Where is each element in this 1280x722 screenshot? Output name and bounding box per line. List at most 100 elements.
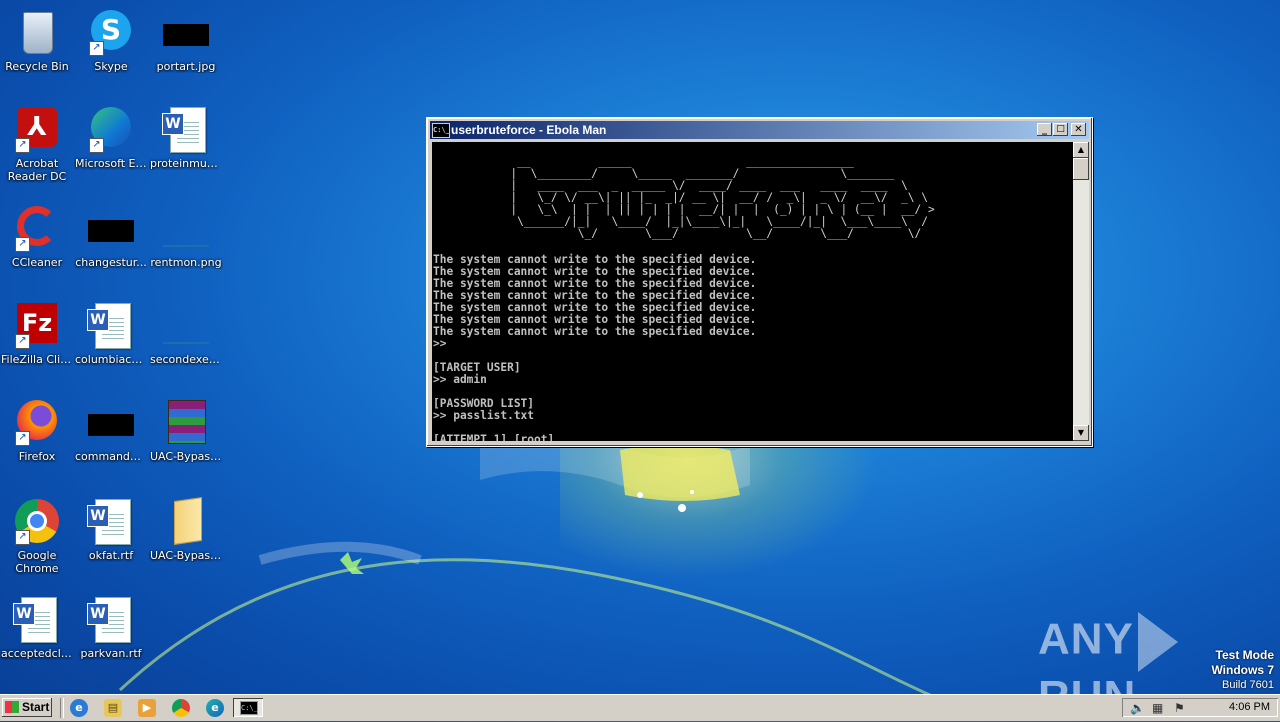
watermark-any: ANY (1038, 614, 1134, 664)
desktop-icon[interactable]: Wacceptedclu... (0, 595, 74, 660)
acrobat-icon: ⅄ ↗ (13, 105, 61, 153)
console-task-icon: C:\_ (240, 701, 258, 715)
scroll-up-button[interactable]: ▲ (1073, 142, 1089, 158)
folder-icon (162, 497, 210, 545)
shortcut-arrow-icon: ↗ (15, 138, 30, 153)
test-mode-build: Build 7601 (1222, 679, 1274, 691)
chrome-icon[interactable] (172, 699, 190, 717)
edge-icon[interactable]: e (206, 699, 224, 717)
image-file-icon (87, 398, 135, 446)
internet-explorer-icon[interactable]: e (70, 699, 88, 717)
test-mode-title: Test Mode (1215, 648, 1274, 662)
desktop-icon-label: secondexec... (150, 353, 223, 366)
minimize-button[interactable]: _ (1037, 123, 1052, 136)
image-file-icon (162, 301, 210, 349)
desktop-icon[interactable]: Wparkvan.rtf (74, 595, 148, 660)
console-output[interactable]: __ _____ ________________ | \________/ \… (432, 142, 1073, 441)
desktop-icon[interactable]: ↗ CCleaner (0, 204, 74, 269)
image-file-icon (162, 204, 210, 252)
desktop-icon[interactable]: UAC-Bypass... (149, 398, 223, 463)
desktop-icon-label: UAC-Bypass... (150, 450, 223, 463)
edge-icon: ↗ (87, 105, 135, 153)
image-file-icon (162, 8, 210, 56)
desktop-icon-label: Firefox (18, 450, 56, 463)
explorer-icon[interactable]: ▤ (104, 699, 122, 717)
desktop-icon[interactable]: Recycle Bin (0, 8, 74, 73)
desktop-icon-label: Microsoft Edge (75, 157, 148, 170)
shortcut-arrow-icon: ↗ (89, 41, 104, 56)
desktop-icon[interactable]: ⅄ ↗ Acrobat Reader DC (0, 105, 74, 183)
desktop-icon[interactable]: Wproteinmus... (149, 105, 223, 170)
skype-icon: S ↗ (87, 8, 135, 56)
desktop-icon[interactable]: Fz ↗ FileZilla Client (0, 301, 74, 366)
desktop-icon-label: Recycle Bin (5, 60, 69, 73)
desktop-icon[interactable]: Wokfat.rtf (74, 497, 148, 562)
test-mode-os: Windows 7 (1211, 663, 1274, 677)
clock[interactable]: 4:06 PM (1229, 701, 1270, 713)
chrome-icon: ↗ (13, 497, 61, 545)
desktop-icon-label: columbiacali... (75, 353, 148, 366)
desktop-icon[interactable]: Wcolumbiacali... (74, 301, 148, 366)
console-window[interactable]: C:\_ userbruteforce - Ebola Man _ □ ✕ __… (426, 117, 1093, 447)
taskbar-separator (60, 698, 64, 718)
ascii-banner: __ _____ ________________ | \________/ \… (510, 155, 935, 240)
word-doc-icon: W (87, 497, 135, 545)
taskbar-console-button[interactable]: C:\_ (233, 698, 263, 717)
desktop-icon-label: FileZilla Client (1, 353, 74, 366)
word-doc-icon: W (87, 595, 135, 643)
system-tray: 🔈 ▦ ⚑ 4:06 PM (1122, 698, 1278, 717)
shortcut-arrow-icon: ↗ (15, 334, 30, 349)
desktop-icon-label: rentmon.png (150, 256, 222, 269)
filezilla-icon: Fz ↗ (13, 301, 61, 349)
desktop-icon-label: CCleaner (11, 256, 63, 269)
test-mode-notice: Test Mode Windows 7 Build 7601 (1211, 648, 1274, 692)
desktop-icon[interactable]: changestur... (74, 204, 148, 269)
desktop-icon[interactable]: rentmon.png (149, 204, 223, 269)
console-app-icon[interactable]: C:\_ (432, 123, 450, 138)
desktop-icon[interactable]: ↗ Google Chrome (0, 497, 74, 575)
image-file-icon (87, 204, 135, 252)
desktop-icon-label: UAC-Bypass... (150, 549, 223, 562)
word-doc-icon: W (162, 105, 210, 153)
console-text: The system cannot write to the specified… (433, 253, 757, 442)
desktop-icon-label: changestur... (75, 256, 147, 269)
desktop-icon[interactable]: UAC-Bypass... (149, 497, 223, 562)
window-title: userbruteforce - Ebola Man (451, 123, 607, 137)
network-icon[interactable]: ▦ (1152, 701, 1163, 715)
maximize-button[interactable]: □ (1053, 123, 1068, 136)
firefox-icon: ↗ (13, 398, 61, 446)
desktop-icon-label: acceptedclu... (1, 647, 74, 660)
close-button[interactable]: ✕ (1071, 123, 1086, 136)
desktop-icon-label: commandqu... (75, 450, 148, 463)
word-doc-icon: W (87, 301, 135, 349)
console-titlebar[interactable]: C:\_ userbruteforce - Ebola Man _ □ ✕ (430, 121, 1089, 139)
media-player-icon[interactable]: ▶ (138, 699, 156, 717)
taskbar: Start e ▤ ▶ e C:\_ 🔈 ▦ ⚑ 4:06 PM (0, 694, 1280, 721)
shortcut-arrow-icon: ↗ (15, 530, 30, 545)
desktop-icon[interactable]: ↗ Microsoft Edge (74, 105, 148, 170)
winrar-icon (162, 398, 210, 446)
volume-icon[interactable]: 🔈 (1130, 701, 1145, 715)
word-doc-icon: W (13, 595, 61, 643)
scroll-down-button[interactable]: ▼ (1073, 425, 1089, 441)
desktop-icon[interactable]: secondexec... (149, 301, 223, 366)
desktop-icon-label: proteinmus... (150, 157, 223, 170)
desktop-icon[interactable]: ↗ Firefox (0, 398, 74, 463)
play-icon (1137, 612, 1178, 672)
desktop-icon-label: okfat.rtf (88, 549, 134, 562)
desktop-icon[interactable]: S ↗ Skype (74, 8, 148, 73)
desktop-icon-label: Google Chrome (15, 549, 59, 575)
recycle-bin-icon (13, 8, 61, 56)
desktop-icon-label: parkvan.rtf (80, 647, 142, 660)
start-button[interactable]: Start (2, 698, 52, 717)
desktop-icon-label: portart.jpg (156, 60, 216, 73)
scroll-thumb[interactable] (1073, 158, 1089, 180)
desktop-icon-label: Skype (94, 60, 128, 73)
shortcut-arrow-icon: ↗ (89, 138, 104, 153)
shortcut-arrow-icon: ↗ (15, 237, 30, 252)
start-label: Start (22, 700, 50, 714)
desktop-icon[interactable]: portart.jpg (149, 8, 223, 73)
desktop-icon[interactable]: commandqu... (74, 398, 148, 463)
vertical-scrollbar[interactable]: ▲ ▼ (1073, 142, 1089, 441)
flag-notification-icon[interactable]: ⚑ (1174, 701, 1185, 715)
